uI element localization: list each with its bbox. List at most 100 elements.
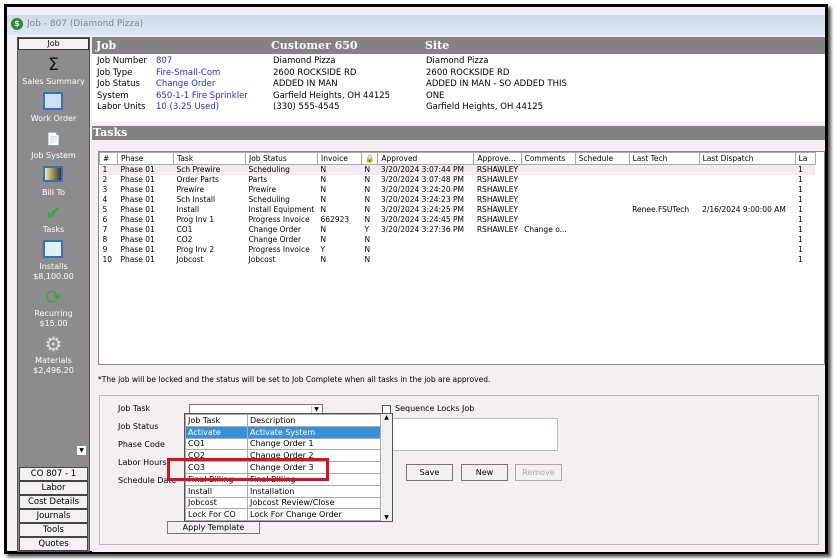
gear-icon: ⚙ xyxy=(44,332,63,356)
table-cell: N xyxy=(364,235,371,244)
table-cell xyxy=(378,235,474,245)
column-header[interactable]: Job Status xyxy=(245,152,318,165)
table-cell: 6 xyxy=(102,215,108,224)
column-header[interactable]: Phase xyxy=(117,152,174,165)
table-row[interactable]: 7 Phase 01 CO1 Change Order N Y 3/20/2024 3:27… xyxy=(100,225,816,235)
scroll-down-icon[interactable]: ▼ xyxy=(381,514,392,521)
job-number-link[interactable]: 807 xyxy=(156,56,248,68)
system-link[interactable]: 650-1-1 Fire Sprinkler xyxy=(156,91,248,103)
nav-job-system[interactable]: 📄 Job System xyxy=(18,129,89,161)
table-cell: 1 xyxy=(798,215,803,224)
table-cell xyxy=(699,225,795,235)
nav-bill-to[interactable]: Bill To xyxy=(18,166,89,198)
nav-tasks[interactable]: ✔ Tasks xyxy=(18,203,89,235)
dropdown-cell: CO1 xyxy=(185,437,248,451)
cost-details-button[interactable]: Cost Details xyxy=(19,495,88,509)
quotes-button[interactable]: Quotes xyxy=(19,537,88,551)
table-cell xyxy=(521,235,575,245)
table-cell xyxy=(575,175,629,185)
nav-installs[interactable]: Installs $8,100.00 xyxy=(18,240,89,282)
labor-units-link[interactable]: 10 (3.25 Used) xyxy=(156,102,248,114)
table-row[interactable]: 9 Phase 01 Prog Inv 2 Progress Invoice Y N 1 xyxy=(100,245,816,255)
job-status-label: Job Status xyxy=(118,422,159,431)
table-cell: Phase 01 xyxy=(120,255,155,264)
nav-sales-summary[interactable]: Σ Sales Summary xyxy=(18,55,89,87)
table-row[interactable]: 8 Phase 01 CO2 Change Order N N 1 xyxy=(100,235,816,245)
nav-materials[interactable]: ⚙ Materials $2,496.20 xyxy=(18,334,89,376)
dropdown-option[interactable]: Install Installation xyxy=(185,484,381,498)
journals-button[interactable]: Journals xyxy=(19,509,88,523)
table-cell: 3/20/2024 3:27:36 PM xyxy=(380,225,464,234)
job-status-link[interactable]: Change Order xyxy=(156,79,248,91)
sidebar: Job Σ Sales Summary Work Order 📄 Job Syste… xyxy=(17,37,90,552)
lock-column-header[interactable]: 🔒 xyxy=(360,152,379,165)
column-header[interactable]: # xyxy=(99,152,118,165)
co-807-1-button[interactable]: CO 807 - 1 xyxy=(19,467,88,481)
table-row[interactable]: 1 Phase 01 Sch Prewire Scheduling N N 3/20/202… xyxy=(99,164,816,175)
table-cell: Parts xyxy=(248,175,268,184)
column-header[interactable]: Task xyxy=(173,152,246,165)
table-row[interactable]: 3 Phase 01 Prewire Prewire N N 3/20/2024 3:24:… xyxy=(100,185,816,195)
table-cell: N xyxy=(364,215,371,224)
table-row[interactable]: 6 Phase 01 Prog Inv 1 Progress Invoice 66292… xyxy=(100,215,816,225)
table-cell: 1 xyxy=(798,195,803,204)
tools-button[interactable]: Tools xyxy=(19,523,88,537)
column-header[interactable]: La xyxy=(794,152,816,165)
new-button[interactable]: New xyxy=(461,464,508,481)
column-header[interactable]: Comments xyxy=(520,152,576,165)
table-cell xyxy=(629,225,699,235)
column-header[interactable]: Schedule xyxy=(574,152,630,165)
scroll-down-icon[interactable]: ▼ xyxy=(77,446,86,455)
nav-work-order[interactable]: Work Order xyxy=(18,92,89,124)
table-cell xyxy=(521,175,575,185)
table-cell: Renee.FSUTech xyxy=(632,205,690,214)
column-header[interactable]: Last Dispatch xyxy=(698,152,796,165)
table-cell: 1 xyxy=(798,185,803,194)
table-cell: Install xyxy=(176,205,200,214)
dropdown-option[interactable]: CO1 Change Order 1 xyxy=(185,437,381,451)
dropdown-option[interactable]: Lock For CO Lock For Change Order xyxy=(185,508,381,522)
table-cell: N xyxy=(317,164,362,175)
dropdown-scrollbar[interactable]: ▲ ▼ xyxy=(380,414,392,521)
table-cell xyxy=(629,195,699,205)
dropdown-option[interactable]: Jobcost Jobcost Review/Close xyxy=(185,496,381,510)
sidebar-header[interactable]: Job xyxy=(18,38,89,50)
table-row[interactable]: 10 Phase 01 Jobcost Jobcost N N 1 xyxy=(100,255,816,265)
table-cell: Phase 01 xyxy=(120,175,155,184)
table-cell xyxy=(575,164,630,175)
scroll-up-icon[interactable]: ▲ xyxy=(381,414,392,421)
table-cell: Phase 01 xyxy=(120,215,155,224)
dropdown-option[interactable]: Activate Activate System xyxy=(185,425,381,439)
table-row[interactable]: 4 Phase 01 Sch Install Scheduling N N 3/20/202… xyxy=(100,195,816,205)
title-bar: $ Job - 807 (Diamond Pizza) xyxy=(7,15,825,35)
job-type-link[interactable]: Fire-Small-Com xyxy=(156,68,248,80)
table-cell: RSHAWLEY xyxy=(476,185,519,194)
table-cell xyxy=(575,195,629,205)
table-cell: 3/20/2024 3:07:44 PM xyxy=(377,164,474,175)
table-row[interactable]: 2 Phase 01 Order Parts Parts N N 3/20/2024 3:0… xyxy=(100,175,816,185)
table-cell: N xyxy=(364,245,371,254)
labor-button[interactable]: Labor xyxy=(19,481,88,495)
site-info: Diamond Pizza 2600 ROCKSIDE RD ADDED IN MA… xyxy=(426,56,567,112)
tasks-grid[interactable]: # Phase Task Job Status Invoice 🔒 Approved Appr… xyxy=(98,151,825,365)
table-cell: Prewire xyxy=(248,185,277,194)
save-button[interactable]: Save xyxy=(406,464,453,481)
table-cell: 10 xyxy=(102,255,113,264)
table-cell: N xyxy=(320,195,327,204)
description-box[interactable] xyxy=(382,418,558,451)
table-cell: N xyxy=(320,235,327,244)
table-cell: Install Equipment xyxy=(248,205,315,214)
column-header[interactable]: Approve... xyxy=(473,152,522,165)
table-cell xyxy=(521,164,576,175)
column-header[interactable]: Last Tech xyxy=(628,152,700,165)
table-cell: RSHAWLEY xyxy=(476,175,519,184)
remove-button[interactable]: Remove xyxy=(515,464,562,481)
table-cell xyxy=(521,195,575,205)
table-row[interactable]: 5 Phase 01 Install Install Equipment N N 3/20/… xyxy=(100,205,816,215)
column-header[interactable]: Approved xyxy=(377,152,475,165)
nav-recurring[interactable]: ⟳ Recurring $15.00 xyxy=(18,287,89,329)
apply-template-button[interactable]: Apply Template xyxy=(167,521,260,534)
column-header[interactable]: Invoice xyxy=(317,152,362,165)
table-cell xyxy=(699,235,795,245)
dropdown-cell: Install xyxy=(185,484,248,498)
